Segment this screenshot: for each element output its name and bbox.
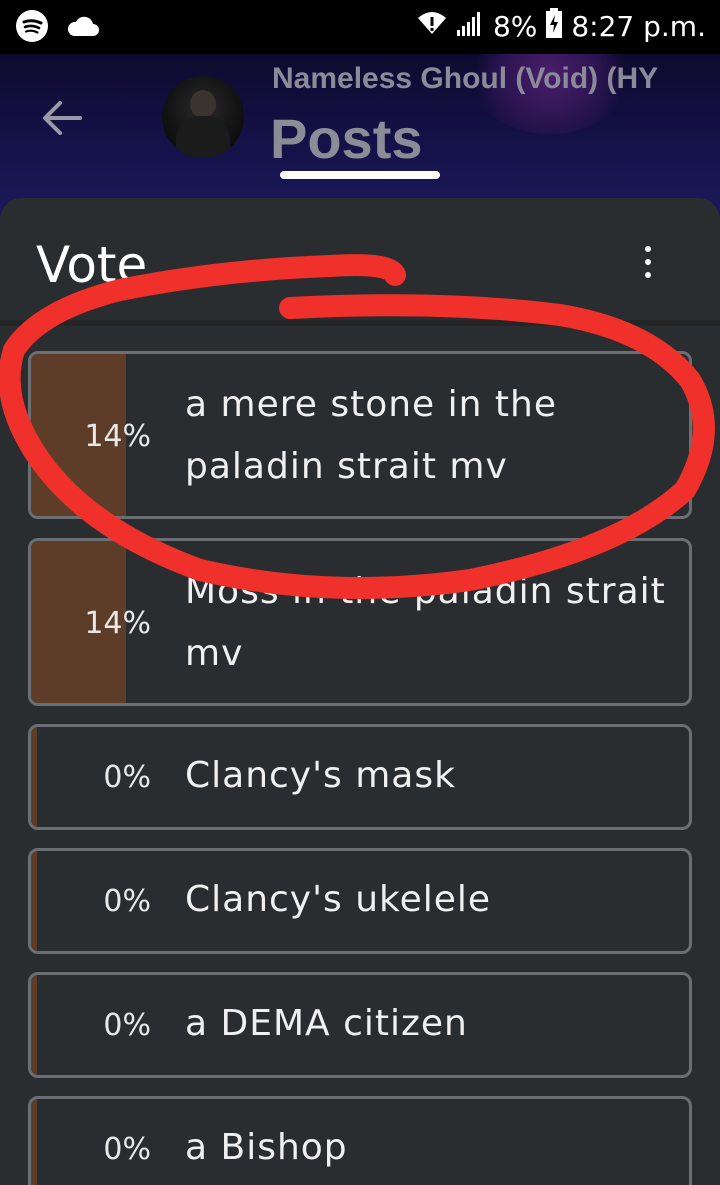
poll-sheet: Vote 14% a mere stone in the paladin str… (0, 198, 720, 1185)
vote-percent: 14% (84, 606, 151, 641)
poll-title: Vote (36, 236, 148, 294)
poll-option[interactable]: 0% a Bishop (28, 1096, 692, 1185)
poll-option[interactable]: 14% Moss in the paladin strait mv (28, 538, 692, 706)
poll-option[interactable]: 14% a mere stone in the paladin strait m… (28, 351, 692, 519)
vote-percent: 0% (103, 1008, 151, 1043)
tab-indicator (280, 171, 440, 179)
vote-percent: 0% (103, 760, 151, 795)
vote-bar (31, 1099, 37, 1185)
vote-bar (31, 975, 37, 1075)
more-icon (645, 246, 651, 252)
page-title: Posts (270, 107, 423, 170)
wifi-icon (417, 10, 447, 43)
more-options-button[interactable] (636, 246, 660, 278)
option-label: Clancy's mask (185, 755, 456, 796)
battery-charging-icon (545, 8, 563, 45)
option-label: a DEMA citizen (185, 1003, 468, 1044)
avatar-body (176, 116, 230, 158)
divider (0, 320, 720, 326)
vote-percent: 0% (103, 884, 151, 919)
avatar-head (190, 90, 216, 118)
back-button[interactable] (40, 98, 84, 138)
vote-percent: 14% (84, 419, 151, 454)
poll-option[interactable]: 0% a DEMA citizen (28, 972, 692, 1078)
poll-option[interactable]: 0% Clancy's ukelele (28, 848, 692, 954)
vote-bar (31, 851, 37, 951)
cloud-icon (66, 14, 100, 42)
spotify-icon (16, 10, 48, 46)
battery-percent: 8% (492, 10, 538, 43)
option-label: a mere stone in the paladin strait mv (185, 384, 557, 487)
clock: 8:27 p.m. (571, 10, 706, 43)
community-name[interactable]: Nameless Ghoul (Void) (HY (272, 62, 692, 96)
option-label: a Bishop (185, 1127, 348, 1168)
vote-percent: 0% (103, 1132, 151, 1167)
avatar[interactable] (162, 76, 244, 158)
status-bar: 8% 8:27 p.m. (0, 0, 720, 54)
option-label: Clancy's ukelele (185, 879, 492, 920)
option-label: Moss in the paladin strait mv (185, 571, 666, 674)
signal-icon (455, 10, 485, 43)
vote-bar (31, 727, 37, 827)
poll-option[interactable]: 0% Clancy's mask (28, 724, 692, 830)
arrow-left-icon (43, 101, 82, 135)
